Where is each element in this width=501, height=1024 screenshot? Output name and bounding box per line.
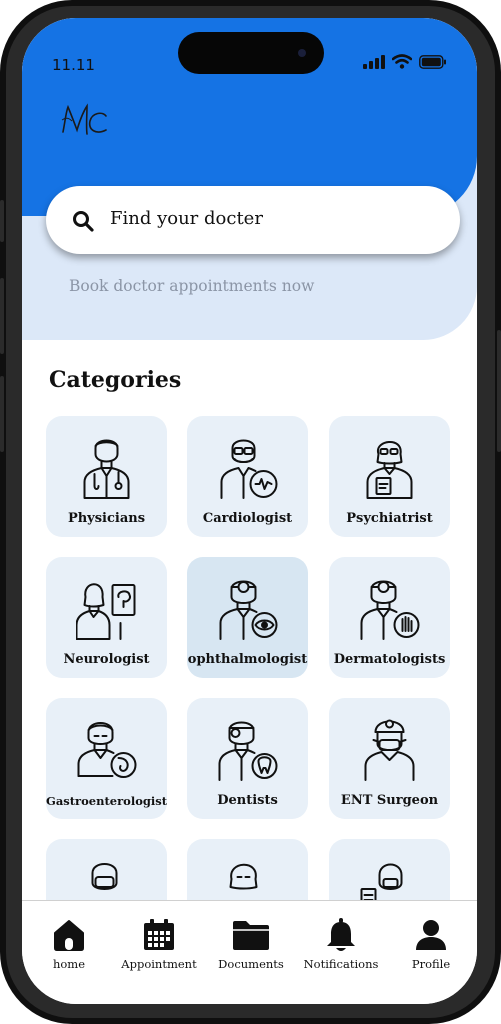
category-card-physicians[interactable]: Physicians — [46, 416, 167, 537]
battery-icon — [419, 54, 446, 69]
search-bar[interactable]: Find your docter — [46, 186, 460, 254]
camera-icon — [298, 49, 306, 57]
power-button — [497, 330, 501, 452]
nav-label: home — [52, 957, 86, 971]
nav-label: Appointment — [121, 957, 197, 971]
category-label: Dermatologists — [333, 652, 446, 667]
nav-label: Notifications — [303, 957, 379, 971]
app-logo — [61, 103, 107, 135]
status-icons — [363, 54, 447, 69]
category-card-gastroenterologist[interactable]: Gastroenterologist — [46, 698, 167, 819]
user-icon — [416, 920, 446, 950]
bell-icon — [327, 918, 355, 951]
physician-icon — [83, 439, 130, 499]
category-label: Gastroenterologist — [46, 794, 168, 808]
status-time: 11.11 — [52, 56, 95, 74]
ent-surgeon-icon — [364, 719, 415, 781]
category-label: ENT Surgeon — [340, 793, 439, 808]
category-label: Physicians — [67, 511, 146, 526]
category-card-ent-surgeon[interactable]: ENT Surgeon — [329, 698, 450, 819]
wifi-icon — [392, 54, 412, 69]
neurologist-icon — [76, 583, 136, 640]
folder-icon — [233, 921, 269, 950]
category-label: Neurologist — [63, 652, 150, 667]
category-card-dermatologists[interactable]: Dermatologists — [329, 557, 450, 678]
dentist-icon — [218, 721, 278, 781]
category-label: Dentists — [217, 793, 278, 808]
action-button — [0, 200, 4, 242]
nav-label: Documents — [218, 957, 284, 971]
category-label: Psychiatrist — [346, 511, 433, 526]
app-screen: 11.11 Find your docter Book doctor appoi… — [22, 18, 477, 1004]
home-icon — [54, 920, 84, 951]
category-label: ophthalmologist — [187, 652, 308, 667]
calendar-icon — [144, 919, 174, 950]
ophthalmologist-icon — [219, 580, 278, 640]
dermatologist-icon — [360, 580, 420, 640]
search-input[interactable]: Find your docter — [110, 208, 263, 229]
signal-icon — [363, 54, 385, 69]
category-card-cardiologist[interactable]: Cardiologist — [187, 416, 308, 537]
categories-title: Categories — [49, 367, 182, 393]
category-label: Cardiologist — [202, 511, 293, 526]
hero-subtitle: Book doctor appointments now — [69, 277, 315, 295]
category-card-psychiatrist[interactable]: Psychiatrist — [329, 416, 450, 537]
bottom-navigation: home Appointment Documents Notifications… — [22, 900, 477, 1004]
cardiologist-icon — [220, 439, 278, 499]
psychiatrist-icon — [366, 441, 413, 499]
search-icon — [73, 211, 94, 232]
category-card-ophthalmologist[interactable]: ophthalmologist — [187, 557, 308, 678]
volume-up-button — [0, 278, 4, 354]
nav-label: Profile — [411, 957, 451, 971]
gastroenterologist-icon — [77, 722, 137, 778]
category-card-dentists[interactable]: Dentists — [187, 698, 308, 819]
volume-down-button — [0, 376, 4, 452]
category-card-neurologist[interactable]: Neurologist — [46, 557, 167, 678]
